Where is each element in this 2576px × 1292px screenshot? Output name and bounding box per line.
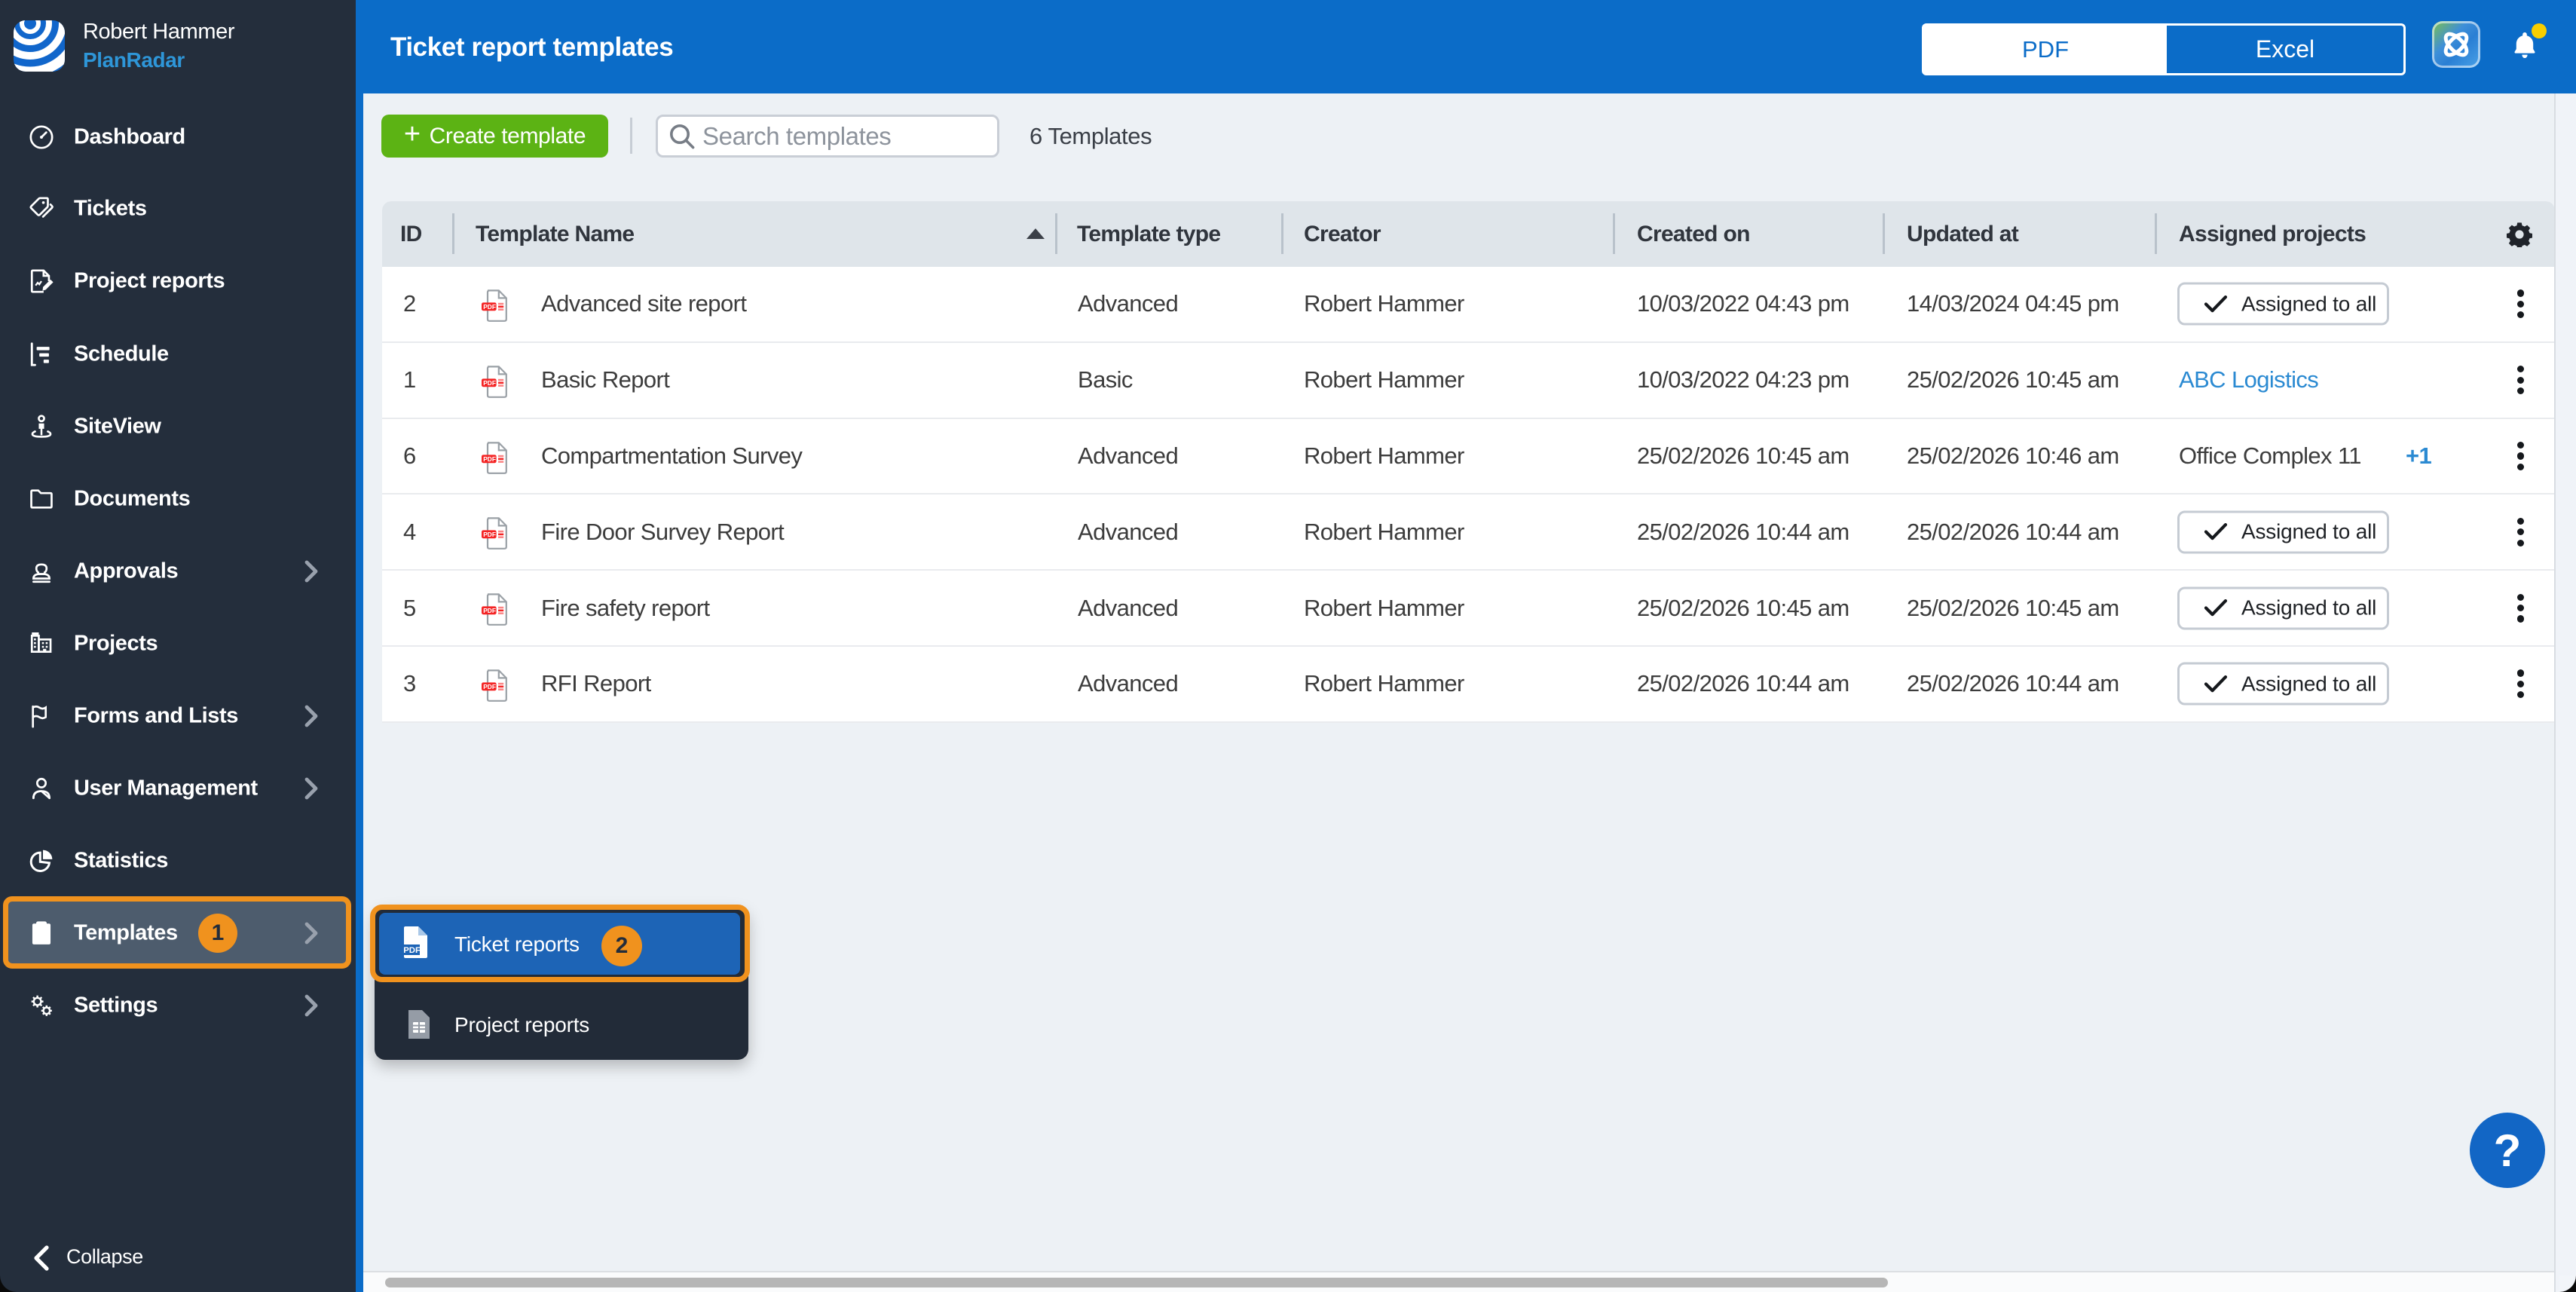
svg-text:PDF: PDF — [483, 303, 496, 311]
svg-text:PDF: PDF — [483, 455, 496, 463]
svg-text:PDF: PDF — [403, 946, 421, 955]
svg-text:PDF: PDF — [483, 683, 496, 690]
svg-text:PDF: PDF — [483, 379, 496, 387]
svg-text:PDF: PDF — [483, 607, 496, 614]
svg-text:PDF: PDF — [483, 531, 496, 538]
